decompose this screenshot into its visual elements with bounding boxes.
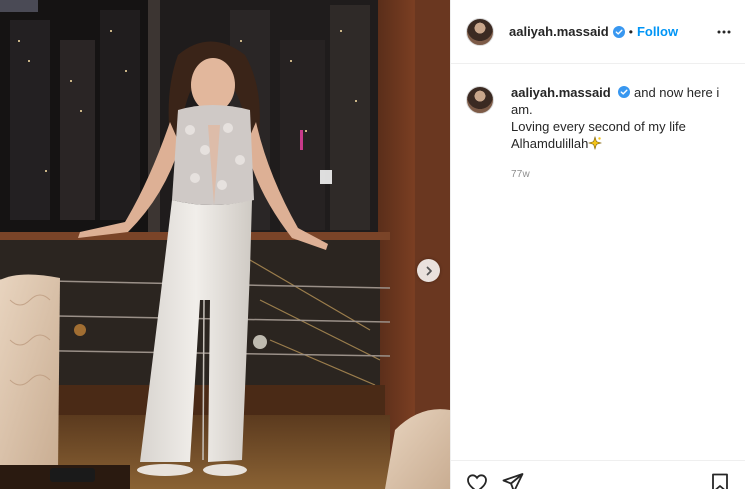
photo-scene (0, 0, 450, 489)
post-header: aaliyah.massaid • Follow (451, 0, 745, 64)
caption-text-line2: Loving every second of my life (511, 119, 686, 134)
post-actions-bar (451, 460, 745, 489)
follow-button[interactable]: Follow (637, 24, 678, 39)
verified-badge-icon (618, 86, 631, 98)
caption-body: aaliyah.massaid and now here i am. Lovin… (511, 84, 736, 183)
caption-avatar[interactable] (466, 86, 494, 114)
post-side-panel: aaliyah.massaid • Follow aaliyah.massaid (450, 0, 745, 489)
header-separator: • (628, 24, 633, 39)
more-options-icon[interactable] (716, 24, 732, 40)
post-timestamp[interactable]: 77w (511, 166, 736, 183)
verified-badge-icon (612, 25, 625, 38)
save-icon[interactable] (708, 471, 732, 489)
caption-username[interactable]: aaliyah.massaid (511, 85, 611, 100)
post-photo[interactable] (0, 0, 450, 489)
next-photo-button[interactable] (417, 259, 440, 282)
author-avatar[interactable] (466, 17, 494, 46)
like-icon[interactable] (465, 471, 489, 489)
share-icon[interactable] (501, 471, 525, 489)
sparkles-emoji-icon (588, 135, 603, 151)
author-username[interactable]: aaliyah.massaid (509, 24, 609, 39)
chevron-right-icon (426, 266, 432, 275)
post-caption: aaliyah.massaid and now here i am. Lovin… (466, 84, 736, 183)
instagram-post: aaliyah.massaid • Follow aaliyah.massaid (0, 0, 745, 489)
caption-text-line3: Alhamdulillah (511, 136, 589, 151)
